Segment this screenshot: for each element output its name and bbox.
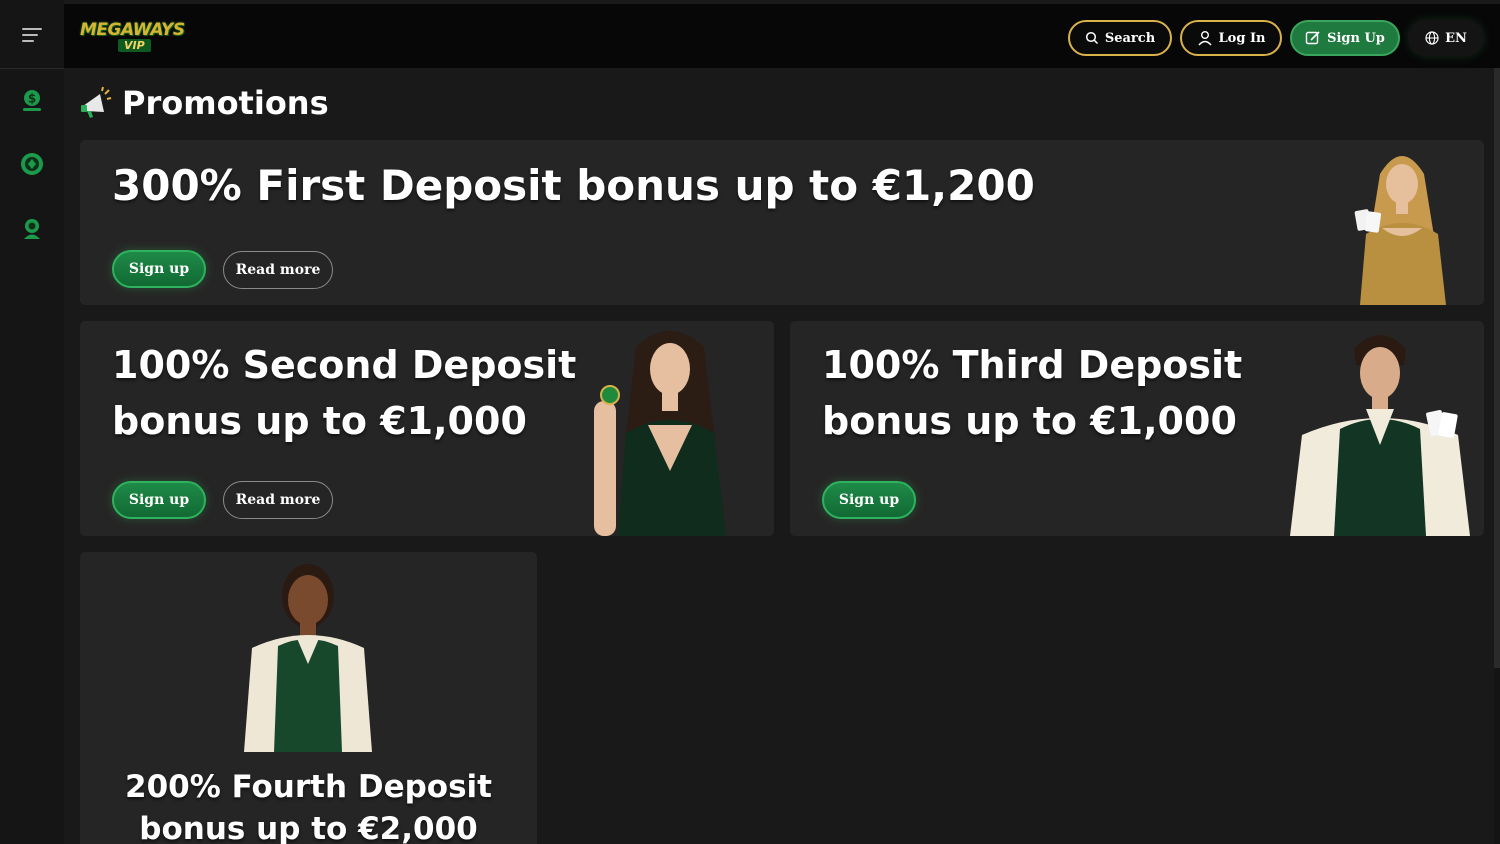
logo-wordmark: MEGAWAYS: [80, 20, 185, 40]
promo-dealer-image: [1290, 335, 1470, 536]
promo-read-more-button[interactable]: Read more: [223, 251, 333, 289]
casino-chip-icon[interactable]: [18, 150, 46, 178]
signup-button[interactable]: Sign Up: [1290, 20, 1400, 56]
language-label: EN: [1445, 30, 1467, 46]
promo-dealer-image: [244, 564, 372, 752]
promo-card-fourth-deposit: 200% Fourth Deposit bonus up to €2,000: [80, 552, 537, 844]
promo-card-first-deposit: 300% First Deposit bonus up to €1,200 Si…: [80, 140, 1484, 305]
promo-signup-button[interactable]: Sign up: [822, 481, 916, 519]
sidebar: $: [0, 0, 64, 844]
promo-title: 300% First Deposit bonus up to €1,200: [112, 161, 1035, 210]
signup-label: Sign Up: [1327, 30, 1385, 46]
page-heading: Promotions: [122, 84, 329, 122]
promo-dealer-image: [594, 331, 726, 536]
promo-signup-button[interactable]: Sign up: [112, 481, 206, 519]
top-header: MEGAWAYS VIP Search Log In Sign Up EN: [64, 4, 1500, 68]
scrollbar-thumb[interactable]: [1494, 68, 1500, 668]
login-button[interactable]: Log In: [1180, 20, 1282, 56]
menu-toggle-icon[interactable]: [22, 28, 42, 44]
search-label: Search: [1104, 30, 1156, 46]
user-icon: [1197, 31, 1212, 46]
promo-signup-button[interactable]: Sign up: [112, 250, 206, 288]
site-logo[interactable]: MEGAWAYS VIP: [80, 16, 185, 56]
globe-icon: [1425, 31, 1439, 45]
page-title: Promotions: [80, 84, 329, 122]
svg-text:$: $: [28, 92, 36, 106]
support-agent-icon[interactable]: [18, 214, 46, 242]
promo-title: 100% Second Deposit bonus up to €1,000: [112, 343, 577, 443]
promo-read-more-button[interactable]: Read more: [223, 481, 333, 519]
search-icon: [1085, 31, 1098, 45]
edit-icon: [1305, 31, 1320, 45]
money-bag-icon[interactable]: $: [18, 86, 46, 114]
promo-dealer-image: [1354, 156, 1446, 305]
logo-vip-badge: VIP: [118, 39, 151, 52]
sidebar-divider: [0, 68, 64, 69]
login-label: Log In: [1218, 30, 1266, 46]
promo-card-second-deposit: 100% Second Deposit bonus up to €1,000 S…: [80, 321, 774, 536]
promo-card-third-deposit: 100% Third Deposit bonus up to €1,000 Si…: [790, 321, 1484, 536]
language-selector[interactable]: EN: [1408, 20, 1484, 56]
promo-title: 100% Third Deposit bonus up to €1,000: [822, 343, 1243, 443]
promo-title: 200% Fourth Deposit bonus up to €2,000: [125, 769, 492, 844]
megaphone-icon: [81, 86, 112, 118]
search-button[interactable]: Search: [1068, 20, 1172, 56]
